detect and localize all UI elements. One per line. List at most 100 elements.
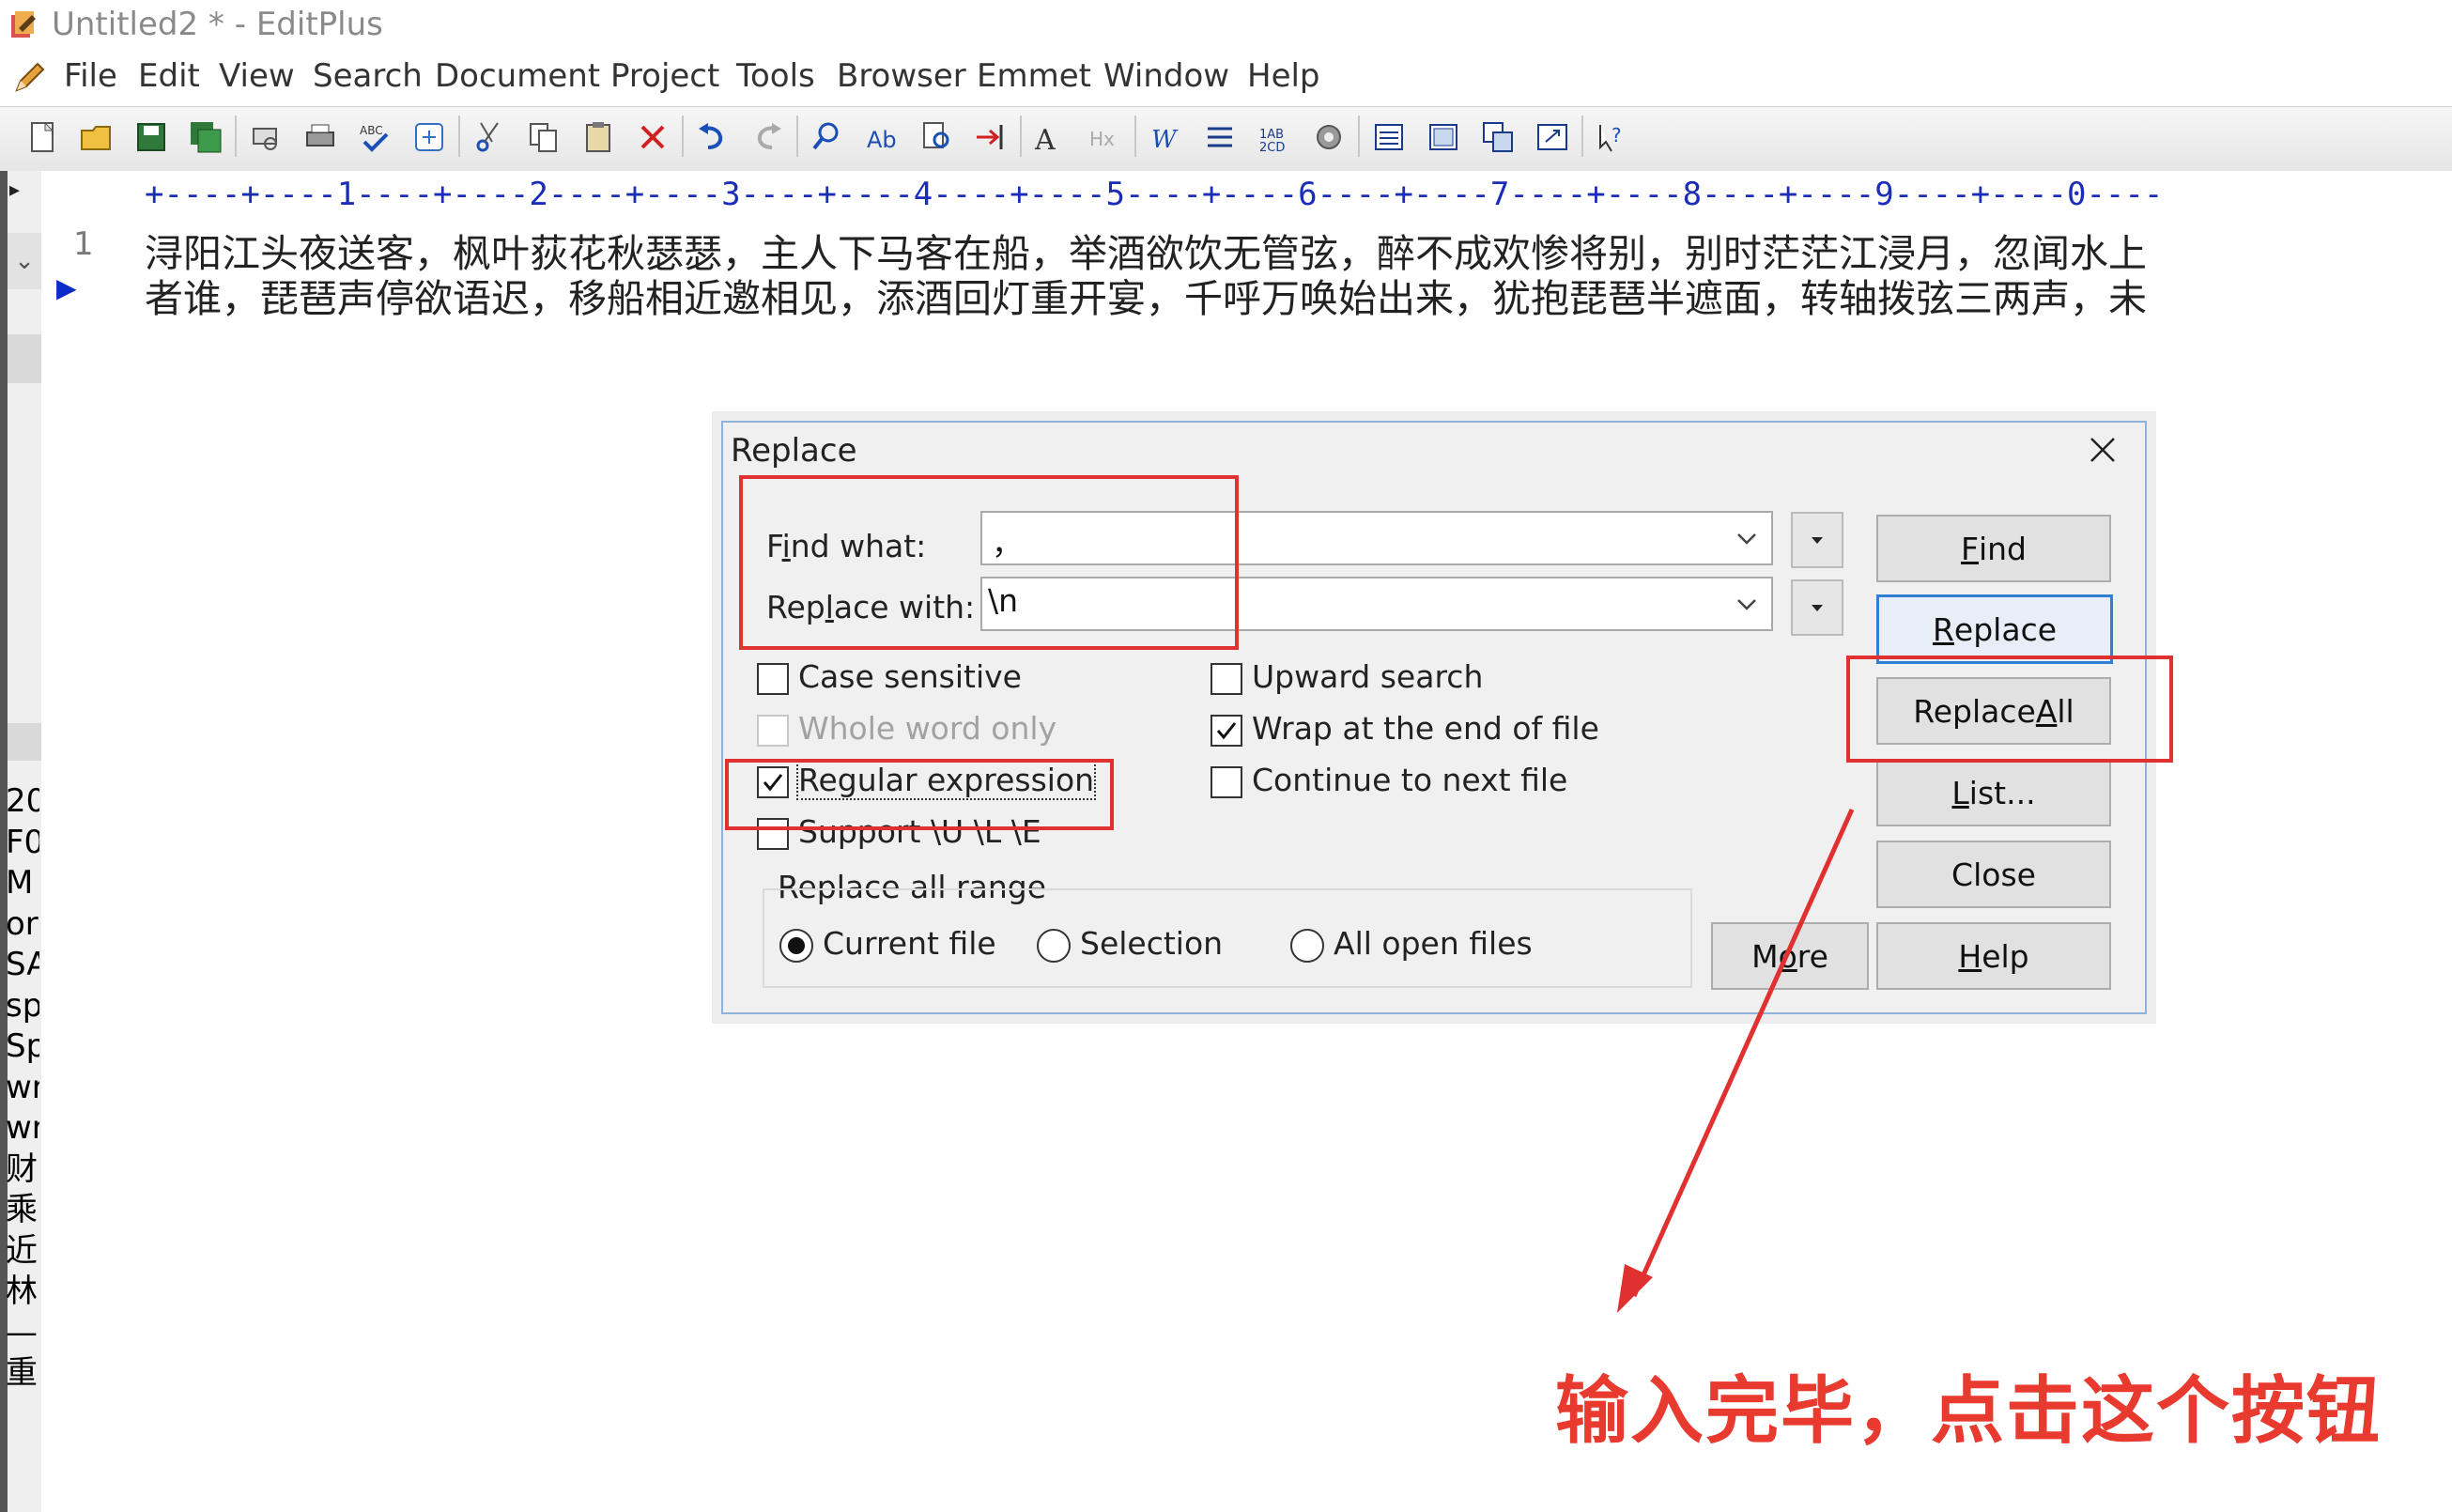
save-icon[interactable]	[130, 114, 173, 161]
current-file-label[interactable]: Current file	[823, 925, 996, 962]
toolbar-separator	[235, 116, 237, 157]
chevron-down-icon[interactable]	[1733, 590, 1761, 618]
cascade-icon[interactable]	[1476, 114, 1519, 161]
upward-search-checkbox[interactable]	[1211, 663, 1242, 695]
window-list-icon[interactable]	[1367, 114, 1411, 161]
toolbar-separator	[1581, 116, 1583, 157]
replace-button[interactable]: Replace	[1876, 594, 2113, 664]
goto-icon[interactable]	[969, 114, 1012, 161]
print-icon[interactable]	[299, 114, 342, 161]
menu-help[interactable]: Help	[1247, 57, 1320, 95]
selection-radio[interactable]	[1037, 929, 1071, 963]
find-history-dropdown[interactable]	[1791, 512, 1843, 568]
panel-scroll-region[interactable]	[8, 723, 41, 761]
line-number-gutter	[41, 171, 146, 1512]
menu-browser[interactable]: Browser	[837, 57, 966, 95]
new-file-icon[interactable]	[21, 114, 64, 161]
dialog-title: Replace	[731, 432, 857, 470]
annotation-text: 输入完毕，点击这个按钮	[1555, 1369, 2383, 1454]
replace-icon[interactable]: Ab	[860, 114, 903, 161]
print-preview-icon[interactable]	[244, 114, 287, 161]
redo-icon[interactable]	[746, 114, 789, 161]
current-file-radio[interactable]	[779, 929, 813, 963]
annotation-box-replace-all	[1846, 656, 2173, 763]
help-icon[interactable]: ?	[1591, 114, 1634, 161]
selection-label[interactable]: Selection	[1080, 925, 1223, 962]
menu-window[interactable]: Window	[1103, 57, 1229, 95]
toolbar-separator	[1358, 116, 1360, 157]
chevron-down-icon[interactable]	[1733, 524, 1761, 552]
svg-text:W: W	[1151, 126, 1179, 154]
help-button[interactable]: Help	[1876, 922, 2111, 990]
svg-text:?: ?	[1612, 124, 1622, 147]
wrap-marker-icon: ▶	[56, 272, 77, 303]
more-button[interactable]: Mo re	[1711, 922, 1869, 990]
menu-document[interactable]: Document	[435, 57, 600, 95]
list-button[interactable]: List...	[1876, 759, 2111, 826]
panel-scroll-region[interactable]	[8, 334, 41, 383]
full-screen-icon[interactable]	[1531, 114, 1574, 161]
toolbar-separator	[1134, 116, 1136, 157]
undo-icon[interactable]	[691, 114, 734, 161]
delete-icon[interactable]	[631, 114, 674, 161]
svg-text:ABC: ABC	[360, 124, 383, 137]
close-icon[interactable]	[2081, 428, 2124, 471]
spellcheck-icon[interactable]: ABC	[353, 114, 396, 161]
panel-dropdown-icon[interactable]: ⌄	[8, 233, 41, 289]
annotation-box-regex	[725, 759, 1114, 830]
word-wrap-icon[interactable]: W	[1144, 114, 1187, 161]
hex-icon[interactable]: Hx	[1084, 114, 1127, 161]
replace-history-dropdown[interactable]	[1791, 579, 1843, 636]
line-number-icon[interactable]	[1198, 114, 1241, 161]
continue-next-label[interactable]: Continue to next file	[1252, 762, 1567, 798]
annotation-box-fields	[739, 475, 1239, 650]
panel-expand-icon[interactable]: ▸	[9, 178, 20, 202]
open-folder-icon[interactable]	[75, 114, 118, 161]
all-open-files-label[interactable]: All open files	[1334, 925, 1533, 962]
editor-line-wrapped[interactable]: 者谁，琵琶声停欲语迟，移船相近邀相见，添酒回灯重开宴，千呼万唤始出来，犹抱琵琶半…	[145, 267, 2147, 323]
close-button[interactable]: Close	[1876, 841, 2111, 908]
column-ruler: +----+----1----+----2----+----3----+----…	[145, 171, 2452, 219]
checkmark-icon	[1216, 722, 1237, 740]
menu-file[interactable]: File	[64, 57, 117, 95]
toolbar-separator	[682, 116, 684, 157]
svg-text:Hx: Hx	[1089, 128, 1115, 150]
case-sensitive-label[interactable]: Case sensitive	[798, 658, 1022, 695]
menu-edit[interactable]: Edit	[138, 57, 200, 95]
menu-emmet[interactable]: Emmet	[977, 57, 1091, 95]
menu-tools[interactable]: Tools	[736, 57, 815, 95]
menu-view[interactable]: View	[219, 57, 295, 95]
window-title: Untitled2 * - EditPlus	[52, 6, 383, 43]
svg-text:A: A	[1034, 124, 1056, 155]
find-in-files-icon[interactable]	[915, 114, 958, 161]
line-number: 1	[73, 225, 94, 263]
settings-icon[interactable]	[1307, 114, 1350, 161]
cut-icon[interactable]	[468, 114, 511, 161]
find-icon[interactable]	[806, 114, 849, 161]
font-icon[interactable]: A	[1029, 114, 1072, 161]
wrap-checkbox[interactable]	[1211, 715, 1242, 747]
triangle-down-icon	[1812, 605, 1823, 611]
menu-project[interactable]: Project	[610, 57, 719, 95]
find-button[interactable]: Find	[1876, 515, 2111, 582]
browser-preview-icon[interactable]	[408, 114, 451, 161]
toolbar-separator	[458, 116, 460, 157]
svg-text:Ab: Ab	[867, 127, 897, 153]
paste-icon[interactable]	[577, 114, 620, 161]
toolbar-separator	[1020, 116, 1022, 157]
svg-text:2CD: 2CD	[1259, 141, 1285, 155]
all-open-files-radio[interactable]	[1290, 929, 1324, 963]
column-icon[interactable]: 1AB 2CD	[1253, 114, 1296, 161]
triangle-down-icon	[1812, 537, 1823, 544]
tile-icon[interactable]	[1422, 114, 1465, 161]
continue-next-checkbox[interactable]	[1211, 766, 1242, 798]
svg-text:1AB: 1AB	[1259, 128, 1284, 142]
save-all-icon[interactable]	[184, 114, 227, 161]
upward-search-label[interactable]: Upward search	[1252, 658, 1483, 695]
copy-icon[interactable]	[522, 114, 565, 161]
case-sensitive-checkbox[interactable]	[757, 663, 789, 695]
editplus-app-icon	[11, 11, 36, 38]
wrap-label[interactable]: Wrap at the end of file	[1252, 710, 1599, 747]
whole-word-label: Whole word only	[798, 710, 1057, 747]
menu-search[interactable]: Search	[313, 57, 423, 95]
